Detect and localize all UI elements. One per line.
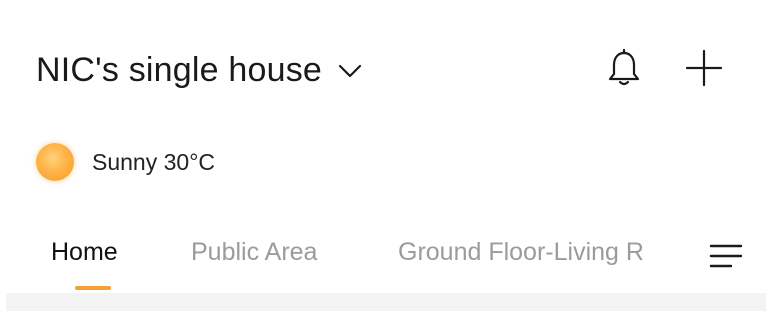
notifications-button[interactable] — [602, 48, 646, 92]
weather-text: Sunny 30°C — [92, 148, 215, 175]
home-screen: NIC's single house Sunny 30°C Home Publi… — [0, 0, 766, 311]
room-tabs: Home Public Area Ground Floor-Living R — [0, 228, 766, 292]
content-area — [6, 293, 766, 311]
plus-icon[interactable] — [684, 48, 724, 93]
chevron-down-icon[interactable] — [336, 61, 364, 81]
tab-ground-floor-living-room[interactable]: Ground Floor-Living R — [398, 238, 680, 267]
tabs-menu-button[interactable] — [706, 238, 746, 278]
active-tab-indicator — [75, 286, 111, 290]
add-button[interactable] — [682, 48, 726, 92]
home-name[interactable]: NIC's single house — [36, 51, 322, 90]
tab-home[interactable]: Home — [51, 238, 118, 267]
top-header: NIC's single house — [36, 42, 730, 98]
header-actions — [602, 42, 726, 98]
weather-widget[interactable]: Sunny 30°C — [36, 140, 215, 184]
menu-lines-icon[interactable] — [709, 243, 743, 274]
bell-icon[interactable] — [606, 48, 642, 93]
tab-public-area[interactable]: Public Area — [191, 238, 317, 267]
sun-icon — [36, 143, 74, 181]
home-selector[interactable]: NIC's single house — [36, 51, 364, 90]
